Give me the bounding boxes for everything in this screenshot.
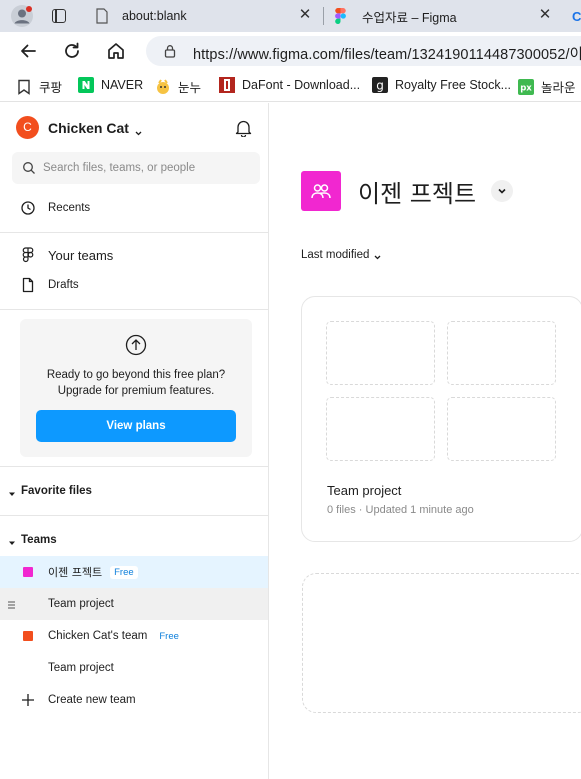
team-header: 이젠 프젝트 <box>301 171 514 211</box>
home-icon[interactable] <box>106 41 126 61</box>
back-arrow-icon[interactable] <box>18 41 38 61</box>
caret-down-icon <box>9 488 15 496</box>
drag-handle-icon[interactable] <box>8 600 15 609</box>
profile-avatar-icon[interactable] <box>11 5 33 27</box>
close-tab-icon[interactable]: ✕ <box>298 7 312 22</box>
sort-dropdown[interactable]: Last modified <box>301 249 381 261</box>
team-name: Chicken Cat's team <box>48 630 148 642</box>
sidebar-item-drafts[interactable]: Drafts <box>0 270 268 300</box>
create-team-label: Create new team <box>48 694 136 706</box>
sidebar: C Chicken Cat Recents Your teams Drafts <box>0 103 269 779</box>
view-plans-button[interactable]: View plans <box>36 410 236 442</box>
browser-tab-strip: about:blank ✕ 수업자료 – Figma ✕ C <box>0 0 581 32</box>
url-text: https://www.figma.com/files/team/1324190… <box>193 47 581 63</box>
partial-tab-icon[interactable]: C <box>572 9 581 24</box>
sidebar-item-team-ijen[interactable]: 이젠 프젝트 Free <box>0 556 268 588</box>
project-name: Team project <box>48 598 114 610</box>
plus-icon <box>21 693 35 707</box>
main-content: 이젠 프젝트 Last modified Team project 0 file… <box>269 103 581 779</box>
project-name: Team project <box>48 662 114 674</box>
tab-actions-icon[interactable] <box>52 9 66 23</box>
chevron-down-icon <box>135 124 142 136</box>
sidebar-item-team-project[interactable]: Team project <box>0 588 268 620</box>
teams-header[interactable]: Teams <box>0 525 268 555</box>
url-field[interactable]: https://www.figma.com/files/team/1324190… <box>146 36 581 66</box>
file-thumbnail-placeholder <box>447 397 556 461</box>
team-color-swatch <box>23 567 33 577</box>
figma-logo-icon <box>335 8 349 25</box>
bookmark-naver[interactable]: NAVER <box>78 77 143 93</box>
section-label: Teams <box>21 534 57 546</box>
refresh-icon[interactable] <box>62 41 82 61</box>
clock-icon <box>20 200 36 216</box>
divider <box>0 515 268 516</box>
g-logo-icon: g <box>372 77 388 93</box>
address-bar: https://www.figma.com/files/team/1324190… <box>0 32 581 70</box>
sidebar-item-label: Drafts <box>48 279 79 291</box>
file-thumbnail-placeholder <box>326 321 435 385</box>
chevron-down-icon[interactable] <box>491 180 514 202</box>
px-logo-icon: px <box>518 78 534 95</box>
divider <box>0 309 268 310</box>
sidebar-item-label: Recents <box>48 202 91 214</box>
file-thumbnail-placeholder <box>447 321 556 385</box>
tab-title: about:blank <box>122 9 187 23</box>
svg-text:g: g <box>376 79 384 93</box>
status-badge: Free <box>155 629 183 643</box>
team-people-icon <box>301 171 341 211</box>
upgrade-message: Ready to go beyond this free plan? Upgra… <box>46 369 226 397</box>
naver-logo-icon <box>78 77 94 93</box>
section-label: Favorite files <box>21 485 92 497</box>
account-name: Chicken Cat <box>48 119 129 136</box>
bookmarks-bar: 쿠팡 NAVER 눈누 DaFont - Download... g Royal… <box>0 70 581 102</box>
sidebar-item-your-teams[interactable]: Your teams <box>0 240 268 270</box>
favorite-files-header[interactable]: Favorite files <box>0 476 268 506</box>
bookmark-coupang[interactable]: 쿠팡 <box>16 77 62 96</box>
bookmark-dafont[interactable]: DaFont - Download... <box>219 77 360 93</box>
sidebar-item-team-chicken-cat[interactable]: Chicken Cat's team Free <box>0 620 268 652</box>
tab-figma[interactable]: 수업자료 – Figma ✕ <box>324 0 564 32</box>
team-name: 이젠 프젝트 <box>48 566 103 579</box>
create-new-team-button[interactable]: Create new team <box>0 684 268 716</box>
bookmark-royalty-free-stock[interactable]: g Royalty Free Stock... <box>372 77 511 93</box>
tab-about-blank[interactable]: about:blank ✕ <box>84 0 324 32</box>
noonnu-logo-icon <box>155 78 171 95</box>
search-box <box>12 152 260 184</box>
dafont-logo-icon <box>219 77 235 93</box>
sidebar-item-recents[interactable]: Recents <box>0 193 268 223</box>
upgrade-card: Ready to go beyond this free plan? Upgra… <box>20 319 252 457</box>
status-badge: Free <box>110 565 138 579</box>
lock-icon[interactable] <box>163 44 177 58</box>
search-input[interactable] <box>43 152 253 184</box>
new-project-placeholder[interactable] <box>302 573 581 713</box>
sort-label: Last modified <box>301 249 370 261</box>
file-icon <box>20 277 36 293</box>
divider <box>0 466 268 467</box>
arrow-up-circle-icon <box>125 334 147 356</box>
caret-down-icon <box>9 537 15 545</box>
team-color-swatch <box>23 631 33 641</box>
project-card[interactable]: Team project 0 files · Updated 1 minute … <box>301 296 581 542</box>
tab-title: 수업자료 – Figma <box>362 10 457 25</box>
avatar: C <box>16 116 39 139</box>
bookmark-pixlr[interactable]: px 놀라운 <box>518 77 576 96</box>
file-thumbnail-placeholder <box>326 397 435 461</box>
bell-icon[interactable] <box>235 119 252 138</box>
account-switcher[interactable]: C Chicken Cat <box>16 116 142 139</box>
bookmark-noonnu[interactable]: 눈누 <box>155 77 201 96</box>
project-meta: 0 files · Updated 1 minute ago <box>327 504 474 516</box>
bookmark-page-icon <box>16 79 32 95</box>
svg-text:px: px <box>520 83 532 93</box>
page-title: 이젠 프젝트 <box>358 179 477 208</box>
figma-outline-icon <box>20 247 36 263</box>
close-tab-icon[interactable]: ✕ <box>538 7 552 22</box>
project-title: Team project <box>327 483 402 498</box>
divider <box>0 232 268 233</box>
search-icon <box>22 161 36 175</box>
sidebar-item-label: Your teams <box>48 247 114 263</box>
sidebar-item-team-project[interactable]: Team project <box>0 652 268 684</box>
blank-page-icon <box>95 8 109 24</box>
chevron-down-icon <box>374 252 381 259</box>
